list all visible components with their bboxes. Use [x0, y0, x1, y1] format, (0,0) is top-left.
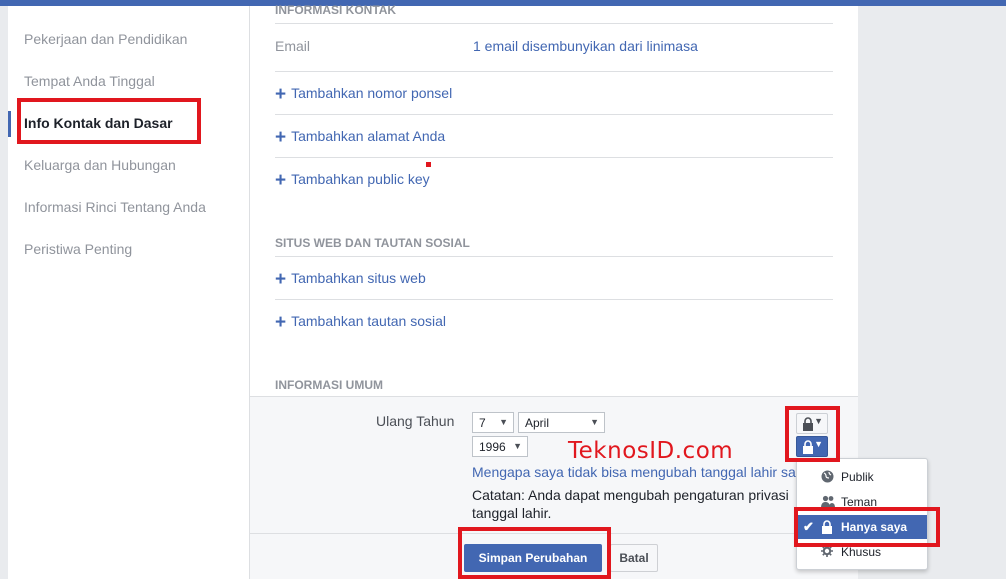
divider — [275, 114, 833, 115]
add-public-key-link[interactable]: + Tambahkan public key — [275, 170, 430, 192]
chevron-down-icon: ▼ — [513, 441, 522, 451]
plus-icon: + — [275, 170, 287, 191]
email-label: Email — [275, 38, 311, 54]
why-cant-change-link[interactable]: Mengapa saya tidak bisa mengubah tanggal… — [472, 464, 822, 480]
globe-icon — [821, 470, 834, 483]
highlight-box-only-me — [794, 507, 940, 547]
chevron-down-icon: ▼ — [590, 417, 599, 427]
active-indicator — [8, 111, 11, 137]
highlight-box-save — [458, 527, 611, 579]
birthday-label: Ulang Tahun — [376, 413, 455, 429]
websites-section-title: SITUS WEB DAN TAUTAN SOSIAL — [275, 236, 470, 250]
month-select[interactable]: April ▼ — [518, 412, 605, 433]
main-panel: INFORMASI KONTAK Email 1 email disembuny… — [250, 3, 858, 579]
sidebar-item-family[interactable]: Keluarga dan Hubungan — [24, 157, 176, 173]
add-social-link[interactable]: + Tambahkan tautan sosial — [275, 312, 446, 334]
divider — [275, 157, 833, 158]
note-text-line1: Catatan: Anda dapat mengubah pengaturan … — [472, 487, 789, 503]
year-select[interactable]: 1996 ▼ — [472, 436, 528, 457]
plus-icon: + — [275, 84, 287, 105]
highlight-box-sidebar — [17, 98, 201, 144]
divider — [275, 256, 833, 257]
divider — [275, 23, 833, 24]
about-sidebar: Pekerjaan dan Pendidikan Tempat Anda Tin… — [8, 6, 250, 579]
day-select[interactable]: 7 ▼ — [472, 412, 514, 433]
chevron-down-icon: ▼ — [499, 417, 508, 427]
add-phone-link[interactable]: + Tambahkan nomor ponsel — [275, 84, 452, 106]
plus-icon: + — [275, 269, 287, 290]
plus-icon: + — [275, 312, 287, 333]
divider — [275, 299, 833, 300]
sidebar-item-life-events[interactable]: Peristiwa Penting — [24, 241, 132, 257]
note-text-line2: tanggal lahir. — [472, 505, 552, 521]
watermark-text: TeknosID.com — [568, 438, 734, 464]
divider — [275, 71, 833, 72]
general-section-title: INFORMASI UMUM — [275, 378, 383, 392]
privacy-option-public[interactable]: Publik — [797, 465, 927, 489]
sidebar-item-details[interactable]: Informasi Rinci Tentang Anda — [24, 199, 206, 215]
cancel-button[interactable]: Batal — [610, 544, 658, 572]
highlight-box-privacy-buttons — [785, 406, 840, 462]
sidebar-item-work-education[interactable]: Pekerjaan dan Pendidikan — [24, 31, 187, 47]
add-address-link[interactable]: + Tambahkan alamat Anda — [275, 127, 445, 149]
email-value[interactable]: 1 email disembunyikan dari linimasa — [473, 38, 698, 54]
sidebar-item-places[interactable]: Tempat Anda Tinggal — [24, 73, 155, 89]
plus-icon: + — [275, 127, 287, 148]
red-dot — [426, 162, 431, 167]
contact-section-title: INFORMASI KONTAK — [275, 3, 397, 17]
add-website-link[interactable]: + Tambahkan situs web — [275, 269, 426, 291]
